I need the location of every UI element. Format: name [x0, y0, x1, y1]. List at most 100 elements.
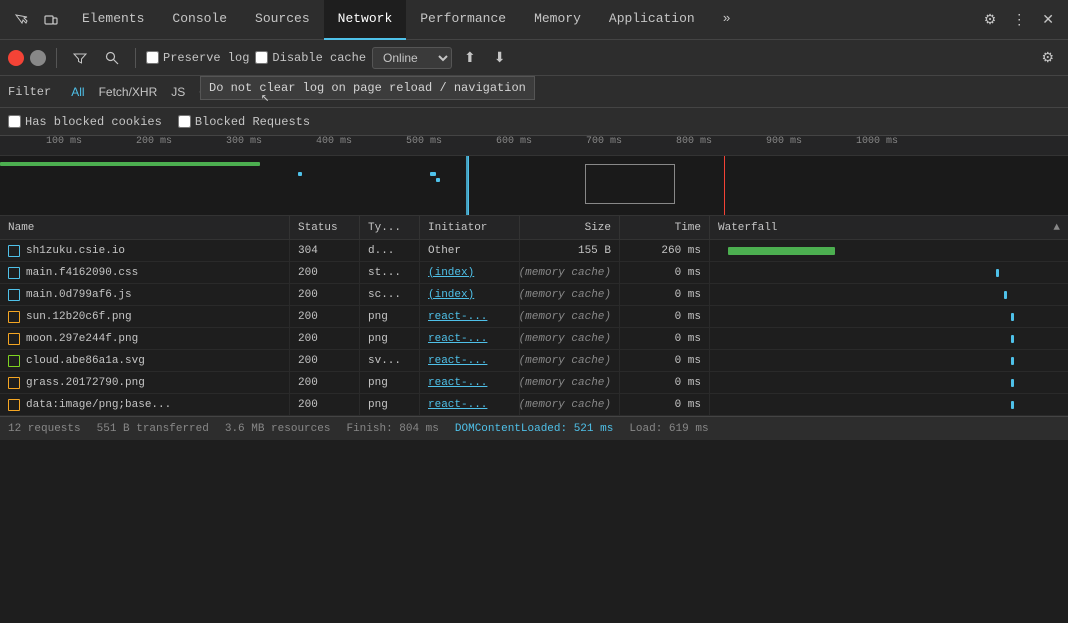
- has-blocked-cookies-label[interactable]: Has blocked cookies: [8, 115, 162, 129]
- timeline-bar-1: [298, 172, 302, 176]
- th-time[interactable]: Time: [620, 216, 710, 239]
- th-initiator[interactable]: Initiator: [420, 216, 520, 239]
- disable-cache-input[interactable]: [255, 51, 268, 64]
- file-icon-svg: [8, 355, 20, 367]
- tick-100: 100 ms: [46, 136, 82, 147]
- preserve-log-checkbox[interactable]: Preserve log: [146, 51, 249, 65]
- td-size: (memory cache): [520, 306, 620, 327]
- tick-900: 900 ms: [766, 136, 802, 147]
- table-row[interactable]: cloud.abe86a1a.svg 200 sv... react-... (…: [0, 350, 1068, 372]
- td-waterfall: [710, 306, 1068, 327]
- td-type: sc...: [360, 284, 420, 305]
- th-waterfall[interactable]: Waterfall ▲: [710, 216, 1068, 239]
- blocked-requests-label[interactable]: Blocked Requests: [178, 115, 310, 129]
- network-settings-btn[interactable]: ⚙: [1035, 45, 1060, 70]
- td-size: (memory cache): [520, 284, 620, 305]
- tick-1000: 1000 ms: [856, 136, 898, 147]
- filter-type-other[interactable]: Other: [479, 83, 521, 101]
- td-initiator: (index): [420, 284, 520, 305]
- filter-type-xhr[interactable]: Fetch/XHR: [93, 83, 164, 101]
- table-row[interactable]: grass.20172790.png 200 png react-... (me…: [0, 372, 1068, 394]
- filter-type-manifest[interactable]: Manifest: [419, 83, 476, 101]
- record-button[interactable]: [8, 50, 24, 66]
- has-blocked-cookies-input[interactable]: [8, 115, 21, 128]
- td-name: main.0d799af6.js: [0, 284, 290, 305]
- filter-type-font[interactable]: Font: [313, 83, 349, 101]
- td-size: (memory cache): [520, 350, 620, 371]
- th-size[interactable]: Size: [520, 216, 620, 239]
- table-row[interactable]: main.0d799af6.js 200 sc... (index) (memo…: [0, 284, 1068, 306]
- preserve-log-input[interactable]: [146, 51, 159, 64]
- filter-type-img[interactable]: Img: [232, 83, 264, 101]
- status-bar: 12 requests 551 B transferred 3.6 MB res…: [0, 416, 1068, 440]
- td-type: png: [360, 306, 420, 327]
- filter-type-css[interactable]: CSS: [193, 83, 230, 101]
- td-size: (memory cache): [520, 262, 620, 283]
- separator-2: [135, 48, 136, 68]
- td-time: 260 ms: [620, 240, 710, 261]
- tab-console[interactable]: Console: [158, 0, 241, 40]
- td-type: png: [360, 328, 420, 349]
- td-name: data:image/png;base...: [0, 394, 290, 415]
- tab-network[interactable]: Network: [324, 0, 407, 40]
- settings-icon-btn[interactable]: ⚙: [978, 7, 1003, 32]
- tick-300: 300 ms: [226, 136, 262, 147]
- disable-cache-checkbox[interactable]: Disable cache: [255, 51, 366, 65]
- device-toggle-btn[interactable]: [38, 9, 64, 31]
- table-row[interactable]: sun.12b20c6f.png 200 png react-... (memo…: [0, 306, 1068, 328]
- tick-600: 600 ms: [496, 136, 532, 147]
- waterfall-bar-blue: [1011, 357, 1014, 365]
- filter-type-media[interactable]: Media: [266, 83, 311, 101]
- td-name: sun.12b20c6f.png: [0, 306, 290, 327]
- tab-sources[interactable]: Sources: [241, 0, 324, 40]
- td-waterfall: [710, 350, 1068, 371]
- tab-more[interactable]: »: [709, 0, 745, 40]
- file-icon-doc: [8, 245, 20, 257]
- file-icon-img: [8, 399, 20, 411]
- td-status: 200: [290, 350, 360, 371]
- table-row[interactable]: data:image/png;base... 200 png react-...…: [0, 394, 1068, 416]
- filter-icon-btn[interactable]: [67, 47, 93, 69]
- tab-memory[interactable]: Memory: [520, 0, 595, 40]
- td-time: 0 ms: [620, 372, 710, 393]
- td-time: 0 ms: [620, 350, 710, 371]
- td-time: 0 ms: [620, 262, 710, 283]
- upload-icon-btn[interactable]: ⬆: [458, 45, 482, 70]
- td-waterfall: [710, 284, 1068, 305]
- td-initiator: react-...: [420, 350, 520, 371]
- file-icon-doc: [8, 289, 20, 301]
- cursor-icon-btn[interactable]: [8, 9, 34, 31]
- tab-performance[interactable]: Performance: [406, 0, 520, 40]
- table-row[interactable]: moon.297e244f.png 200 png react-... (mem…: [0, 328, 1068, 350]
- td-type: png: [360, 372, 420, 393]
- filter-type-doc[interactable]: Doc: [351, 83, 384, 101]
- tab-application[interactable]: Application: [595, 0, 709, 40]
- td-waterfall: [710, 262, 1068, 283]
- filter-type-ws[interactable]: WS: [386, 83, 417, 101]
- td-size: 155 B: [520, 240, 620, 261]
- td-status: 200: [290, 262, 360, 283]
- td-name: moon.297e244f.png: [0, 328, 290, 349]
- td-time: 0 ms: [620, 394, 710, 415]
- table-row[interactable]: sh1zuku.csie.io 304 d... Other 155 B 260…: [0, 240, 1068, 262]
- waterfall-bar-blue: [996, 269, 999, 277]
- search-icon-btn[interactable]: [99, 47, 125, 69]
- timeline-chart: [0, 156, 1068, 216]
- filter-label: Filter: [8, 85, 51, 99]
- close-btn[interactable]: ✕: [1036, 7, 1060, 32]
- throttle-select[interactable]: Online Fast 3G Slow 3G Offline: [372, 47, 452, 69]
- more-options-btn[interactable]: ⋮: [1006, 7, 1032, 32]
- blocked-requests-input[interactable]: [178, 115, 191, 128]
- td-status: 200: [290, 306, 360, 327]
- table-row[interactable]: main.f4162090.css 200 st... (index) (mem…: [0, 262, 1068, 284]
- filter-type-all[interactable]: All: [65, 83, 90, 101]
- tab-list: Elements Console Sources Network Perform…: [68, 0, 974, 40]
- th-status[interactable]: Status: [290, 216, 360, 239]
- filter-type-js[interactable]: JS: [165, 83, 191, 101]
- td-initiator: (index): [420, 262, 520, 283]
- tab-elements[interactable]: Elements: [68, 0, 158, 40]
- th-name[interactable]: Name: [0, 216, 290, 239]
- th-type[interactable]: Ty...: [360, 216, 420, 239]
- download-icon-btn[interactable]: ⬇: [488, 45, 512, 70]
- stop-button[interactable]: [30, 50, 46, 66]
